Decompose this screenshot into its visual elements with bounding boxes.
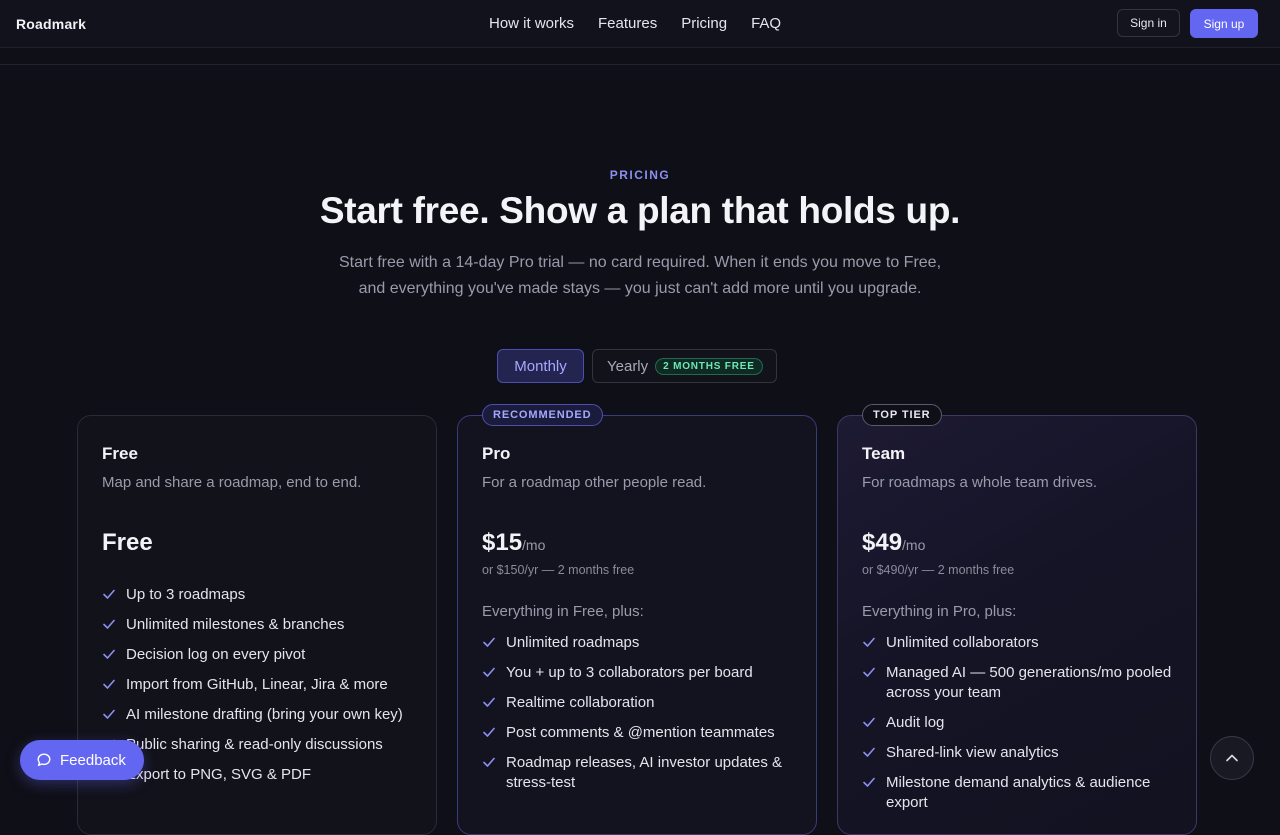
recommended-badge: RECOMMENDED [482, 404, 603, 426]
chevron-up-icon [1226, 754, 1238, 762]
feature-text: Public sharing & read-only discussions [126, 736, 383, 753]
feature-text: Unlimited roadmaps [506, 634, 640, 651]
nav-pricing[interactable]: Pricing [681, 15, 727, 32]
feature-text: Roadmap releases, AI investor updates & … [506, 754, 782, 791]
feature-item: Shared-link view analytics [862, 743, 1182, 763]
check-icon [483, 727, 495, 737]
feature-text: Milestone demand analytics & audience ex… [886, 774, 1151, 811]
yearly-discount-badge: 2 MONTHS FREE [655, 357, 763, 375]
feature-item: Post comments & @mention teammates [482, 723, 802, 743]
plan-price: $49/mo [862, 529, 925, 557]
header-divider [0, 48, 1280, 65]
plan-name: Free [102, 444, 138, 463]
check-icon [103, 649, 115, 659]
billing-yearly-label: Yearly [607, 357, 649, 375]
feature-item: Unlimited roadmaps [482, 633, 802, 653]
feedback-label: Feedback [60, 751, 126, 769]
feature-text: Unlimited collaborators [886, 634, 1039, 651]
check-icon [863, 667, 875, 677]
feature-item: Decision log on every pivot [102, 645, 422, 665]
feature-text: Realtime collaboration [506, 694, 655, 711]
brand-logo[interactable]: Roadmark [16, 16, 86, 32]
check-icon [103, 679, 115, 689]
billing-yearly-tab[interactable]: Yearly 2 MONTHS FREE [592, 349, 777, 383]
yearly-price-note: or $150/yr — 2 months free [482, 563, 635, 577]
subtitle-line-1: Start free with a 14-day Pro trial — no … [338, 254, 942, 271]
feature-item: Milestone demand analytics & audience ex… [862, 773, 1182, 813]
check-icon [863, 637, 875, 647]
plan-price: Free [102, 529, 153, 556]
feature-list: Unlimited roadmaps You + up to 3 collabo… [482, 633, 802, 803]
main-nav: How it works Features Pricing FAQ [489, 15, 781, 32]
check-icon [483, 697, 495, 707]
plan-name: Pro [482, 444, 511, 463]
feature-item: Unlimited milestones & branches [102, 615, 422, 635]
everything-in-label: Everything in Pro, plus: [862, 603, 1017, 620]
plan-name: Team [862, 444, 906, 463]
everything-in-label: Everything in Free, plus: [482, 603, 644, 620]
feature-item: Audit log [862, 713, 1182, 733]
price-amount: $49 [862, 529, 903, 556]
page-title: Start free. Show a plan that holds up. [319, 190, 961, 231]
feature-item: Public sharing & read-only discussions [102, 735, 422, 755]
feature-item: You + up to 3 collaborators per board [482, 663, 802, 683]
feature-text: You + up to 3 collaborators per board [506, 664, 753, 681]
check-icon [863, 777, 875, 787]
price-period: /mo [902, 537, 926, 553]
check-icon [103, 589, 115, 599]
plan-description: For roadmaps a whole team drives. [862, 474, 1098, 491]
scroll-to-top-button[interactable] [1210, 736, 1254, 780]
feature-item: Unlimited collaborators [862, 633, 1182, 653]
feature-text: AI milestone drafting (bring your own ke… [126, 706, 403, 723]
feature-item: Import from GitHub, Linear, Jira & more [102, 675, 422, 695]
feature-item: Realtime collaboration [482, 693, 802, 713]
check-icon [103, 709, 115, 719]
plan-price: $15/mo [482, 529, 545, 557]
check-icon [483, 667, 495, 677]
feature-item: AI milestone drafting (bring your own ke… [102, 705, 422, 725]
check-icon [863, 717, 875, 727]
feature-text: Post comments & @mention teammates [506, 724, 775, 741]
feature-item: Managed AI — 500 generations/mo pooled a… [862, 663, 1182, 703]
check-icon [483, 757, 495, 767]
feature-text: Audit log [886, 714, 945, 731]
plan-card-team: Team For roadmaps a whole team drives. $… [837, 415, 1197, 835]
price-period: /mo [522, 537, 546, 553]
sign-up-button[interactable]: Sign up [1190, 9, 1258, 38]
feature-list: Unlimited collaborators Managed AI — 500… [862, 633, 1182, 823]
plan-description: For a roadmap other people read. [482, 474, 707, 491]
subtitle-line-2: and everything you've made stays — you j… [358, 280, 922, 297]
check-icon [103, 619, 115, 629]
check-icon [483, 637, 495, 647]
feature-text: Up to 3 roadmaps [126, 586, 246, 603]
nav-faq[interactable]: FAQ [751, 15, 781, 32]
feature-text: Shared-link view analytics [886, 744, 1059, 761]
top-navbar: Roadmark How it works Features Pricing F… [0, 0, 1280, 48]
feature-text: Unlimited milestones & branches [126, 616, 345, 633]
page-subtitle: Start free with a 14-day Pro trial — no … [290, 250, 990, 302]
feature-list: Up to 3 roadmaps Unlimited milestones & … [102, 585, 422, 795]
feature-text: Decision log on every pivot [126, 646, 306, 663]
sign-in-button[interactable]: Sign in [1117, 9, 1180, 37]
price-amount: $15 [482, 529, 523, 556]
check-icon [863, 747, 875, 757]
feature-text: Export to PNG, SVG & PDF [126, 766, 312, 783]
plan-description: Map and share a roadmap, end to end. [102, 474, 362, 491]
plan-card-pro: Pro For a roadmap other people read. $15… [457, 415, 817, 835]
yearly-price-note: or $490/yr — 2 months free [862, 563, 1015, 577]
nav-how-it-works[interactable]: How it works [489, 15, 574, 32]
feature-text: Managed AI — 500 generations/mo pooled a… [886, 664, 1172, 701]
feature-item: Export to PNG, SVG & PDF [102, 765, 422, 785]
nav-features[interactable]: Features [598, 15, 657, 32]
chat-bubble-icon [37, 753, 51, 766]
top-tier-badge: TOP TIER [862, 404, 942, 426]
billing-monthly-tab[interactable]: Monthly [497, 349, 584, 383]
feature-item: Up to 3 roadmaps [102, 585, 422, 605]
section-eyebrow: PRICING [609, 168, 671, 182]
feature-item: Roadmap releases, AI investor updates & … [482, 753, 802, 793]
feature-text: Import from GitHub, Linear, Jira & more [126, 676, 388, 693]
feedback-button[interactable]: Feedback [20, 740, 144, 780]
